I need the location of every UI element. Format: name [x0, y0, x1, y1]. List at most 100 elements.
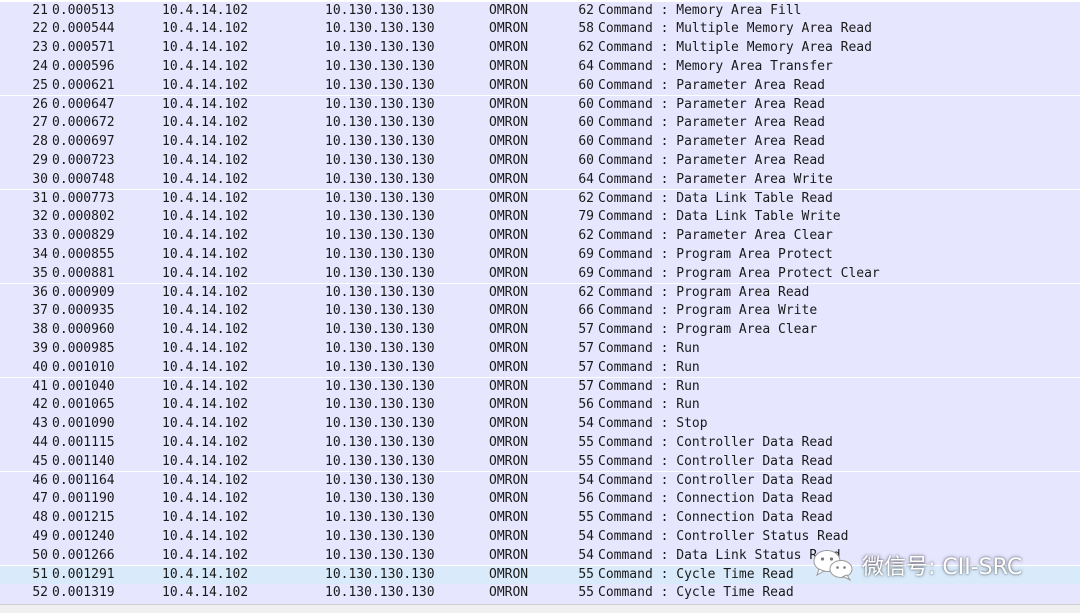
packet-destination: 10.130.130.130 [325, 510, 435, 526]
packet-protocol: OMRON [489, 284, 529, 300]
packet-row[interactable]: 21 0.000513 10.4.14.102 10.130.130.130 OMRON… [0, 1, 1080, 21]
packet-length: 55 [578, 434, 594, 450]
packet-source: 10.4.14.102 [162, 2, 249, 18]
packet-row[interactable]: 29 0.000723 10.4.14.102 10.130.130.130 OMRON… [0, 151, 1080, 171]
packet-destination: 10.130.130.130 [325, 190, 435, 206]
packet-length: 57 [578, 359, 594, 375]
packet-list[interactable]: 21 0.000513 10.4.14.102 10.130.130.130 OMRON… [0, 0, 1080, 604]
packet-row[interactable]: 28 0.000697 10.4.14.102 10.130.130.130 OMRON… [0, 133, 1080, 152]
packet-row[interactable]: 22 0.000544 10.4.14.102 10.130.130.130 OMRON… [0, 20, 1080, 40]
packet-destination: 10.130.130.130 [325, 453, 435, 469]
packet-row[interactable]: 46 0.001164 10.4.14.102 10.130.130.130 OMRON… [0, 471, 1080, 491]
packet-protocol: OMRON [489, 228, 529, 244]
packet-destination: 10.130.130.130 [325, 547, 435, 563]
packet-source: 10.4.14.102 [162, 585, 249, 601]
packet-info: Command : Cycle Time Read [598, 566, 794, 582]
packet-row[interactable]: 42 0.001065 10.4.14.102 10.130.130.130 OMRON… [0, 396, 1080, 416]
packet-length: 56 [578, 397, 594, 413]
packet-time: 0.000672 [52, 115, 115, 131]
packet-source: 10.4.14.102 [162, 134, 249, 150]
packet-number: 37 [32, 303, 48, 319]
packet-source: 10.4.14.102 [162, 547, 249, 563]
packet-row[interactable]: 25 0.000621 10.4.14.102 10.130.130.130 OMRON… [0, 76, 1080, 96]
packet-protocol: OMRON [489, 77, 529, 93]
packet-info: Command : Data Link Status Read [598, 547, 841, 563]
packet-row[interactable]: 23 0.000571 10.4.14.102 10.130.130.130 OMRON… [0, 39, 1080, 58]
packet-number: 21 [32, 2, 48, 18]
packet-length: 66 [578, 303, 594, 319]
packet-row[interactable]: 45 0.001140 10.4.14.102 10.130.130.130 OMRON… [0, 452, 1080, 472]
packet-protocol: OMRON [489, 510, 529, 526]
packet-source: 10.4.14.102 [162, 246, 249, 262]
packet-length: 60 [578, 96, 594, 112]
packet-protocol: OMRON [489, 303, 529, 319]
packet-destination: 10.130.130.130 [325, 2, 435, 18]
packet-protocol: OMRON [489, 152, 529, 168]
packet-row[interactable]: 52 0.001319 10.4.14.102 10.130.130.130 OMRON… [0, 584, 1080, 604]
watermark-text: 微信号: CII-SRC [862, 555, 1023, 580]
packet-destination: 10.130.130.130 [325, 284, 435, 300]
packet-row[interactable]: 31 0.000773 10.4.14.102 10.130.130.130 OMRON… [0, 189, 1080, 209]
packet-length: 56 [578, 491, 594, 507]
packet-info: Command : Controller Data Read [598, 453, 833, 469]
packet-length: 54 [578, 528, 594, 544]
packet-source: 10.4.14.102 [162, 265, 249, 281]
packet-row[interactable]: 44 0.001115 10.4.14.102 10.130.130.130 OMRON… [0, 433, 1080, 453]
packet-number: 28 [32, 134, 48, 150]
packet-row[interactable]: 26 0.000647 10.4.14.102 10.130.130.130 OMRON… [0, 95, 1080, 115]
packet-time: 0.001291 [52, 566, 115, 582]
packet-destination: 10.130.130.130 [325, 228, 435, 244]
packet-destination: 10.130.130.130 [325, 566, 435, 582]
packet-length: 64 [578, 171, 594, 187]
packet-row[interactable]: 24 0.000596 10.4.14.102 10.130.130.130 OMRON… [0, 57, 1080, 77]
packet-row[interactable]: 30 0.000748 10.4.14.102 10.130.130.130 OMRON… [0, 170, 1080, 190]
packet-info: Command : Multiple Memory Area Read [598, 40, 872, 56]
packet-row[interactable]: 27 0.000672 10.4.14.102 10.130.130.130 OMRON… [0, 114, 1080, 134]
packet-length: 55 [578, 585, 594, 601]
packet-length: 62 [578, 2, 594, 18]
packet-row[interactable]: 36 0.000909 10.4.14.102 10.130.130.130 OMRON… [0, 283, 1080, 303]
packet-row[interactable]: 34 0.000855 10.4.14.102 10.130.130.130 OMRON… [0, 245, 1080, 265]
packet-time: 0.000723 [52, 152, 115, 168]
packet-length: 62 [578, 40, 594, 56]
packet-row[interactable]: 48 0.001215 10.4.14.102 10.130.130.130 OMRON… [0, 509, 1080, 528]
packet-number: 41 [32, 378, 48, 394]
wechat-icon [813, 550, 853, 582]
packet-row[interactable]: 47 0.001190 10.4.14.102 10.130.130.130 OMRON… [0, 490, 1080, 510]
packet-row[interactable]: 39 0.000985 10.4.14.102 10.130.130.130 OMRON… [0, 339, 1080, 359]
packet-destination: 10.130.130.130 [325, 40, 435, 56]
packet-info: Command : Program Area Clear [598, 322, 818, 338]
packet-protocol: OMRON [489, 453, 529, 469]
packet-row[interactable]: 49 0.001240 10.4.14.102 10.130.130.130 OMRON… [0, 527, 1080, 547]
packet-row[interactable]: 40 0.001010 10.4.14.102 10.130.130.130 OMRON… [0, 358, 1080, 378]
packet-row[interactable]: 35 0.000881 10.4.14.102 10.130.130.130 OMRON… [0, 264, 1080, 284]
packet-row[interactable]: 43 0.001090 10.4.14.102 10.130.130.130 OMRON… [0, 415, 1080, 434]
packet-length: 69 [578, 246, 594, 262]
packet-row[interactable]: 33 0.000829 10.4.14.102 10.130.130.130 OMRON… [0, 227, 1080, 246]
packet-row[interactable]: 32 0.000802 10.4.14.102 10.130.130.130 OMRON… [0, 208, 1080, 228]
packet-protocol: OMRON [489, 547, 529, 563]
packet-source: 10.4.14.102 [162, 77, 249, 93]
packet-time: 0.000935 [52, 303, 115, 319]
packet-protocol: OMRON [489, 340, 529, 356]
packet-info: Command : Parameter Area Clear [598, 228, 833, 244]
packet-source: 10.4.14.102 [162, 96, 249, 112]
packet-time: 0.001115 [52, 434, 115, 450]
packet-source: 10.4.14.102 [162, 303, 249, 319]
packet-info: Command : Run [598, 359, 700, 375]
packet-destination: 10.130.130.130 [325, 528, 435, 544]
packet-row[interactable]: 41 0.001040 10.4.14.102 10.130.130.130 OMRON… [0, 377, 1080, 397]
packet-info: Command : Cycle Time Read [598, 585, 794, 601]
packet-number: 40 [32, 359, 48, 375]
packet-number: 51 [32, 566, 48, 582]
packet-source: 10.4.14.102 [162, 190, 249, 206]
packet-number: 32 [32, 209, 48, 225]
packet-number: 46 [32, 472, 48, 488]
packet-length: 64 [578, 58, 594, 74]
packet-number: 25 [32, 77, 48, 93]
packet-row[interactable]: 38 0.000960 10.4.14.102 10.130.130.130 OMRON… [0, 321, 1080, 340]
packet-source: 10.4.14.102 [162, 528, 249, 544]
packet-time: 0.001065 [52, 397, 115, 413]
packet-info: Command : Parameter Area Write [598, 171, 833, 187]
packet-row[interactable]: 37 0.000935 10.4.14.102 10.130.130.130 OMRON… [0, 302, 1080, 322]
